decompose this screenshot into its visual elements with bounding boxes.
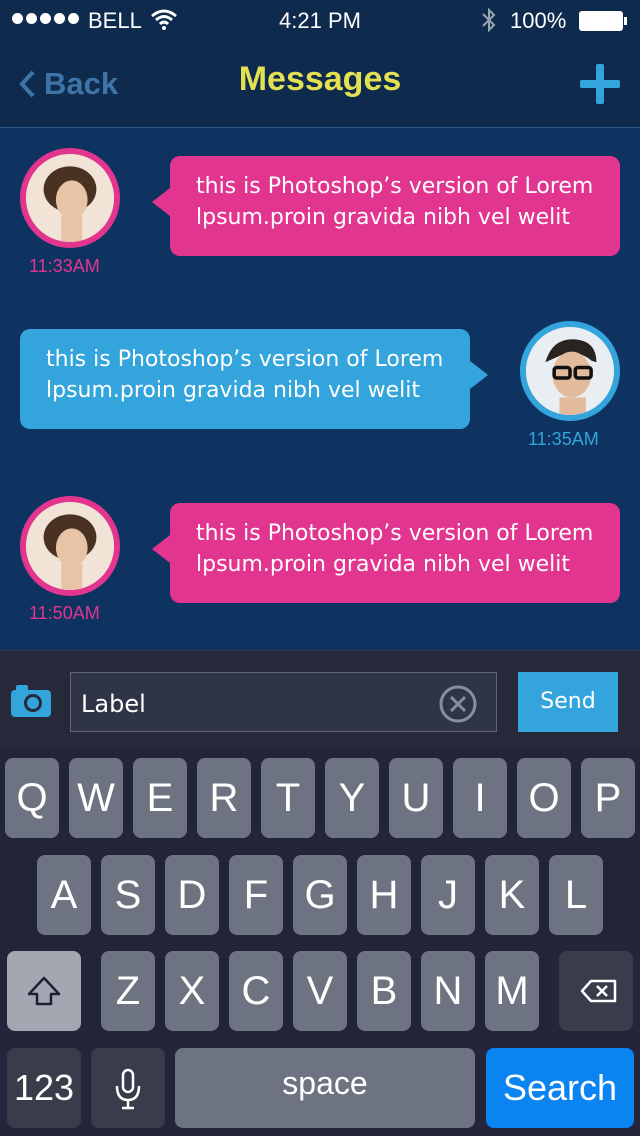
key-g[interactable]: G: [293, 855, 347, 935]
avatar-male: [520, 321, 620, 421]
avatar-female: [20, 496, 120, 596]
message-bubble[interactable]: this is Photoshop’s version of Lorem lps…: [152, 503, 620, 603]
key-m[interactable]: M: [485, 951, 539, 1031]
message-text-line: lpsum.proin gravida nibh vel welit: [196, 552, 570, 577]
key-f[interactable]: F: [229, 855, 283, 935]
key-q[interactable]: Q: [5, 758, 59, 838]
space-key[interactable]: space: [175, 1048, 475, 1128]
message-text-line: this is Photoshop’s version of Lorem: [196, 174, 594, 199]
dictation-key[interactable]: [91, 1048, 165, 1128]
message-text-line: this is Photoshop’s version of Lorem: [46, 347, 444, 372]
portrait-image: [26, 502, 114, 590]
backspace-key[interactable]: [559, 951, 633, 1031]
message-bubble[interactable]: this is Photoshop’s version of Lorem lps…: [152, 156, 620, 256]
battery-icon: [579, 11, 627, 31]
message-input-value: Label: [81, 690, 146, 718]
key-e[interactable]: E: [133, 758, 187, 838]
key-k[interactable]: K: [485, 855, 539, 935]
top-bar: BELL 4:21 PM 100% Back Messages: [0, 0, 640, 128]
key-t[interactable]: T: [261, 758, 315, 838]
send-button[interactable]: Send: [518, 672, 618, 732]
key-h[interactable]: H: [357, 855, 411, 935]
key-v[interactable]: V: [293, 951, 347, 1031]
numbers-key[interactable]: 123: [7, 1048, 81, 1128]
key-l[interactable]: L: [549, 855, 603, 935]
message-bubble[interactable]: this is Photoshop’s version of Lorem lps…: [20, 329, 488, 429]
microphone-icon: [115, 1068, 141, 1110]
avatar-female: [20, 148, 120, 248]
timestamp: 11:50AM: [29, 603, 100, 623]
key-s[interactable]: S: [101, 855, 155, 935]
key-i[interactable]: I: [453, 758, 507, 838]
portrait-image: [526, 327, 614, 415]
status-bar: BELL 4:21 PM 100%: [0, 0, 640, 40]
plus-icon[interactable]: [578, 62, 622, 106]
keyboard: Q W E R T Y U I O P A S D F G H J K L Z …: [0, 750, 640, 1136]
key-n[interactable]: N: [421, 951, 475, 1031]
search-key[interactable]: Search: [486, 1048, 634, 1128]
shift-icon: [27, 976, 61, 1006]
clear-icon[interactable]: [438, 684, 478, 724]
key-p[interactable]: P: [581, 758, 635, 838]
key-w[interactable]: W: [69, 758, 123, 838]
backspace-icon: [580, 979, 617, 1003]
timestamp: 11:35AM: [528, 429, 599, 449]
key-o[interactable]: O: [517, 758, 571, 838]
key-y[interactable]: Y: [325, 758, 379, 838]
key-r[interactable]: R: [197, 758, 251, 838]
timestamp: 11:33AM: [29, 256, 100, 276]
key-u[interactable]: U: [389, 758, 443, 838]
key-z[interactable]: Z: [101, 951, 155, 1031]
key-c[interactable]: C: [229, 951, 283, 1031]
battery-percent: 100%: [510, 8, 567, 33]
message-input[interactable]: Label: [70, 672, 497, 732]
shift-key[interactable]: [7, 951, 81, 1031]
key-a[interactable]: A: [37, 855, 91, 935]
message-text-line: lpsum.proin gravida nibh vel welit: [196, 205, 570, 230]
page-title: Messages: [238, 60, 402, 98]
key-d[interactable]: D: [165, 855, 219, 935]
key-b[interactable]: B: [357, 951, 411, 1031]
message-text-line: this is Photoshop’s version of Lorem: [196, 521, 594, 546]
camera-icon[interactable]: [10, 683, 52, 719]
bluetooth-icon: [482, 7, 496, 33]
key-x[interactable]: X: [165, 951, 219, 1031]
message-text-line: lpsum.proin gravida nibh vel welit: [46, 378, 420, 403]
key-j[interactable]: J: [421, 855, 475, 935]
portrait-image: [26, 154, 114, 242]
